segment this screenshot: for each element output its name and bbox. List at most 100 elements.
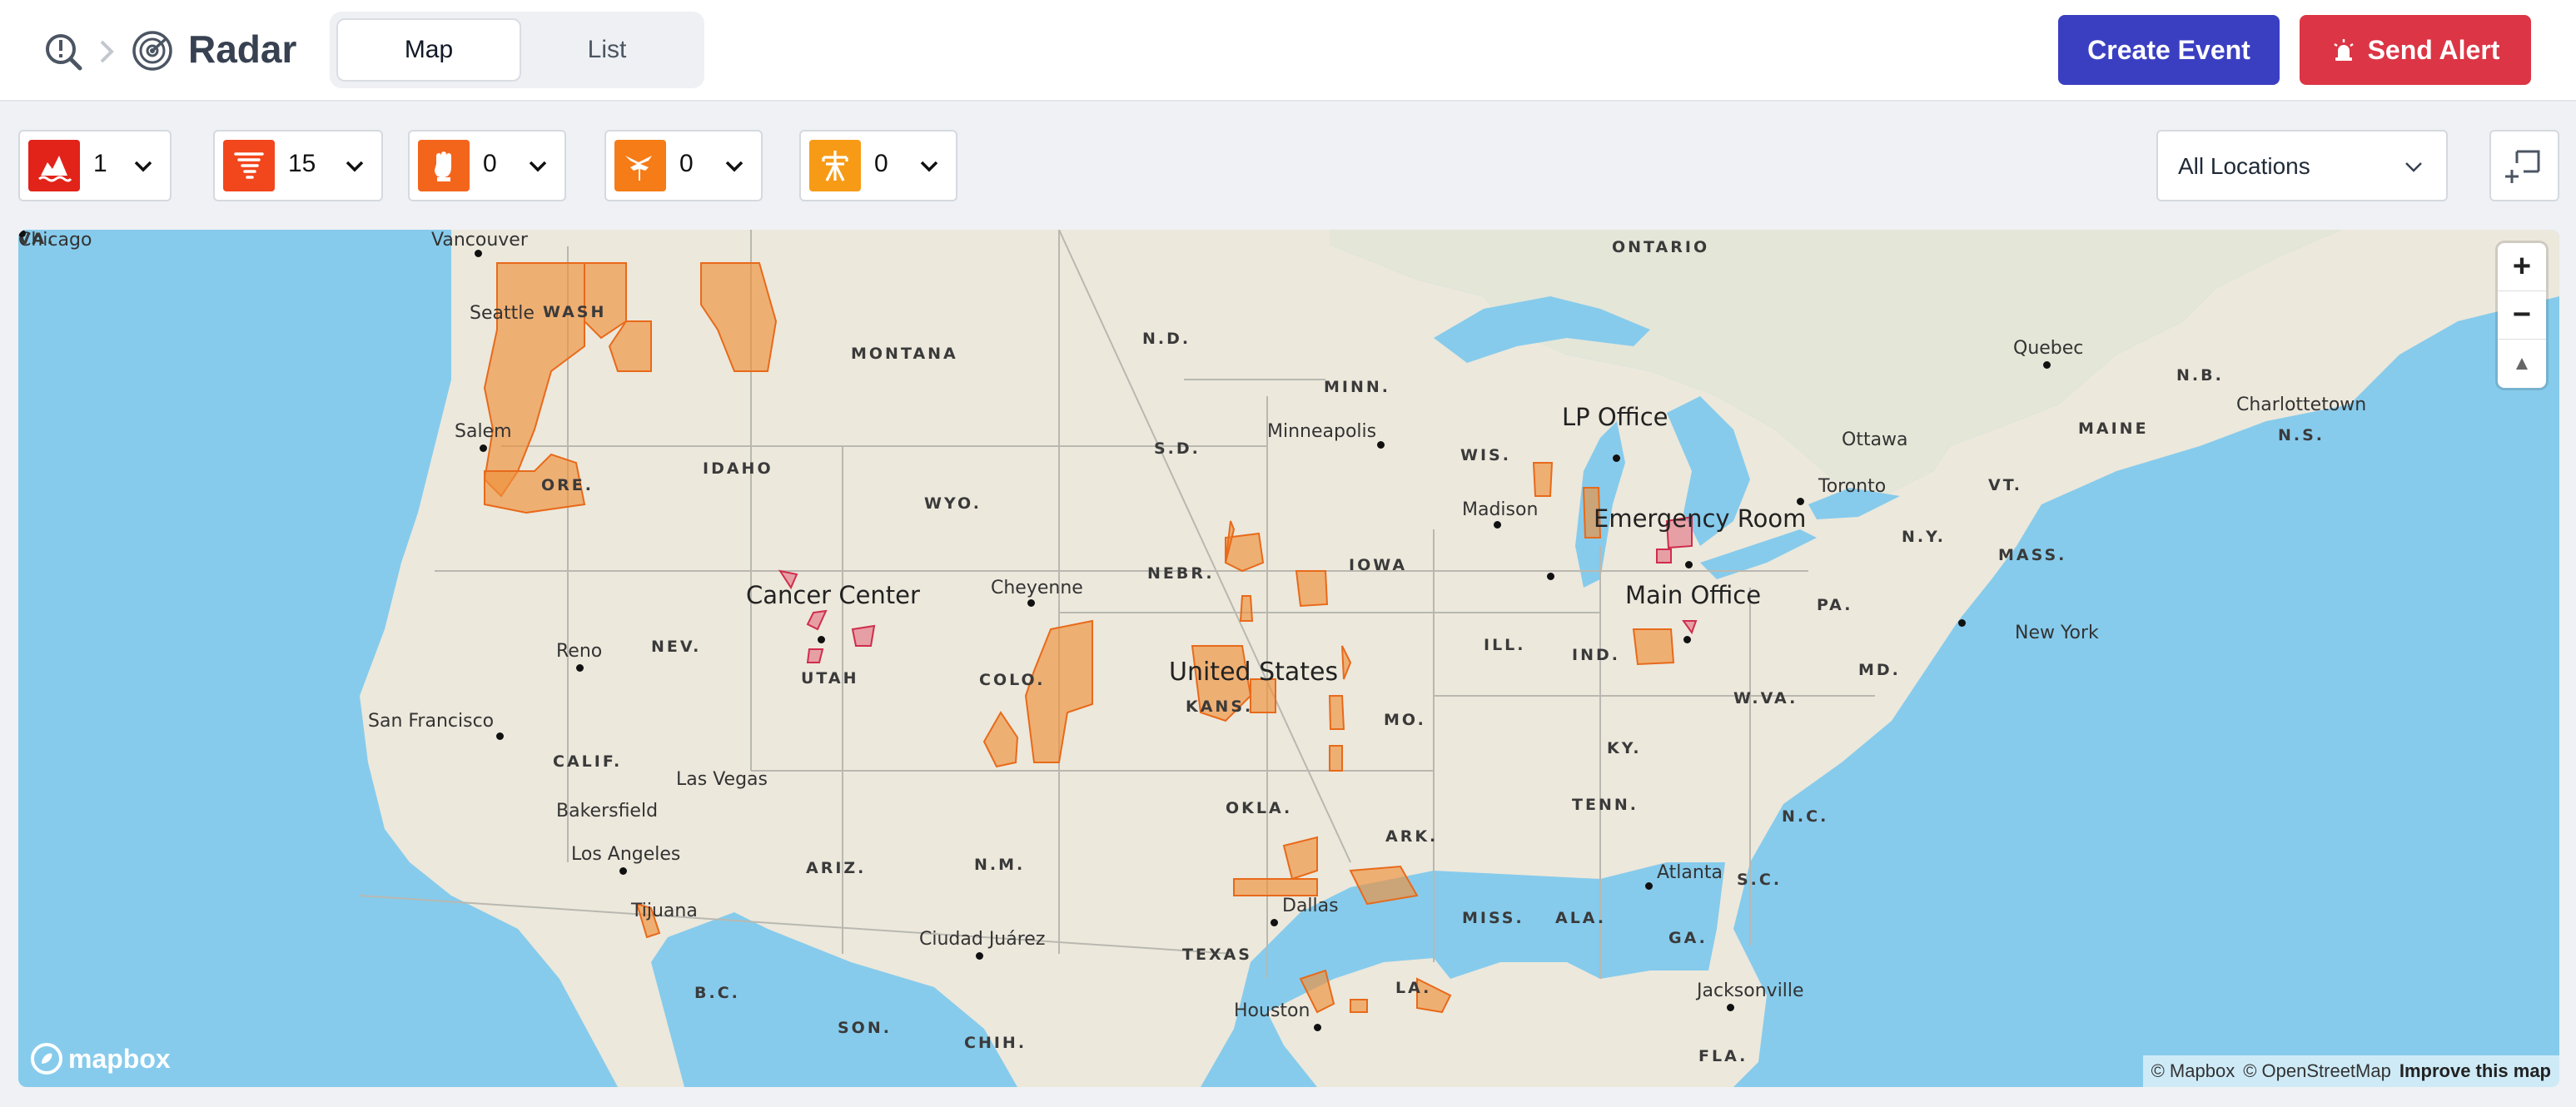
improve-map-link[interactable]: Improve this map	[2399, 1060, 2551, 1082]
state-label: LA.	[1395, 979, 1432, 997]
state-label: SON.	[838, 1019, 892, 1037]
city-dot	[1958, 619, 1966, 627]
filter-power-outage[interactable]: 0	[799, 130, 957, 201]
state-label: ALA.	[1555, 909, 1607, 927]
power-outage-icon	[809, 140, 861, 191]
city-label: Vancouver	[431, 230, 528, 251]
state-label: B.C.	[694, 984, 740, 1002]
send-alert-button[interactable]: Send Alert	[2300, 15, 2531, 85]
filter-flood[interactable]: 1	[18, 130, 172, 201]
state-label: S.D.	[1154, 439, 1201, 458]
poi-label[interactable]: Emergency Room	[1594, 504, 1806, 533]
filter-protest[interactable]: 0	[408, 130, 566, 201]
city-label: Chicago	[18, 230, 92, 251]
map-view[interactable]: LP Office Emergency Room Main Office Can…	[18, 230, 2559, 1087]
city-dot	[1494, 521, 1501, 529]
attribution-mapbox[interactable]: © Mapbox	[2151, 1060, 2235, 1082]
state-label: OKLA.	[1226, 799, 1293, 817]
location-select-value: All Locations	[2178, 153, 2310, 179]
land-mass	[360, 230, 2559, 1087]
state-label: IDAHO	[703, 459, 773, 478]
state-label: CHIH.	[964, 1034, 1027, 1052]
state-label: KANS.	[1186, 697, 1254, 716]
medical-icon	[614, 140, 666, 191]
state-label: WIS.	[1460, 446, 1511, 464]
state-label: N.C.	[1782, 807, 1829, 826]
page-title: Radar	[188, 27, 297, 71]
state-label: N.D.	[1142, 330, 1191, 348]
state-label: PA.	[1817, 596, 1853, 614]
city-label: Bakersfield	[556, 801, 659, 822]
chevron-down-icon	[346, 161, 364, 172]
tab-map[interactable]: Map	[336, 18, 521, 82]
compass-button[interactable]: ▲	[2498, 340, 2546, 388]
city-label: Tijuana	[631, 901, 698, 921]
city-dot	[1377, 441, 1385, 449]
filter-count: 1	[93, 150, 107, 177]
radar-icon	[132, 31, 172, 71]
chevron-down-icon	[529, 161, 547, 172]
state-label: N.M.	[974, 856, 1026, 874]
state-label: TEXAS	[1182, 946, 1252, 964]
top-bar: Radar Map List Create Event Send Alert	[0, 0, 2576, 102]
city-dot	[1727, 1004, 1734, 1011]
filter-count: 0	[679, 150, 694, 177]
state-label: WASH	[543, 303, 607, 321]
state-label: ARIZ.	[806, 859, 867, 877]
location-select[interactable]: All Locations	[2156, 130, 2448, 201]
zoom-in-button[interactable]: +	[2498, 243, 2546, 291]
city-label: Charlottetown	[2236, 395, 2367, 415]
poi-label[interactable]: Main Office	[1625, 581, 1761, 609]
zoom-out-button[interactable]: −	[2498, 291, 2546, 340]
draw-area-button[interactable]	[2489, 130, 2559, 201]
state-label: COLO.	[979, 671, 1046, 689]
poi-label[interactable]: LP Office	[1562, 403, 1668, 431]
state-label: CALIF.	[553, 752, 623, 771]
city-dot	[576, 664, 584, 672]
tornado-icon	[223, 140, 275, 191]
state-label: WYO.	[924, 494, 982, 513]
state-label: MONTANA	[851, 345, 958, 363]
mapbox-logo-text: mapbox	[68, 1043, 171, 1074]
state-label: TENN.	[1572, 796, 1639, 814]
city-dot	[480, 444, 487, 452]
create-event-button[interactable]: Create Event	[2058, 15, 2280, 85]
city-dot	[18, 230, 26, 237]
state-label: ILL.	[1484, 636, 1526, 654]
state-label: NEV.	[651, 638, 702, 656]
tab-list[interactable]: List	[515, 18, 699, 82]
state-label: FLA.	[1698, 1047, 1748, 1065]
city-label: Salem	[455, 421, 512, 442]
poi-marker[interactable]	[1685, 561, 1693, 568]
city-label: Madison	[1462, 499, 1539, 520]
poi-marker[interactable]	[1683, 636, 1691, 643]
city-dot	[1645, 882, 1653, 890]
state-label: UTAH	[801, 669, 859, 688]
poi-label[interactable]: Cancer Center	[746, 581, 920, 609]
alert-search-icon[interactable]	[43, 32, 83, 72]
chevron-down-icon	[725, 161, 743, 172]
mapbox-logo[interactable]: mapbox	[30, 1042, 171, 1075]
city-label: Los Angeles	[571, 844, 681, 865]
poi-marker[interactable]	[1613, 454, 1620, 462]
city-label: Jacksonville	[1697, 980, 1804, 1001]
state-label: MISS.	[1462, 909, 1524, 927]
filter-count: 15	[288, 150, 316, 177]
state-label: IOWA	[1349, 556, 1408, 574]
protest-icon	[418, 140, 470, 191]
city-label: Minneapolis	[1267, 421, 1377, 442]
filter-medical[interactable]: 0	[604, 130, 763, 201]
city-label: Atlanta	[1657, 862, 1723, 883]
city-label: Ciudad Juárez	[919, 929, 1046, 950]
state-label: S.C.	[1737, 871, 1783, 889]
city-label: Las Vegas	[676, 769, 768, 790]
filter-tornado[interactable]: 15	[213, 130, 383, 201]
state-label: MASS.	[1998, 546, 2067, 564]
attribution-osm[interactable]: © OpenStreetMap	[2243, 1060, 2391, 1082]
state-label: MAINE	[2078, 419, 2149, 438]
poi-marker[interactable]	[818, 636, 825, 643]
city-label: Houston	[1234, 1000, 1310, 1021]
send-alert-label: Send Alert	[2367, 34, 2500, 65]
city-label: Seattle	[470, 303, 535, 324]
breadcrumb-chevron-icon	[100, 40, 114, 63]
